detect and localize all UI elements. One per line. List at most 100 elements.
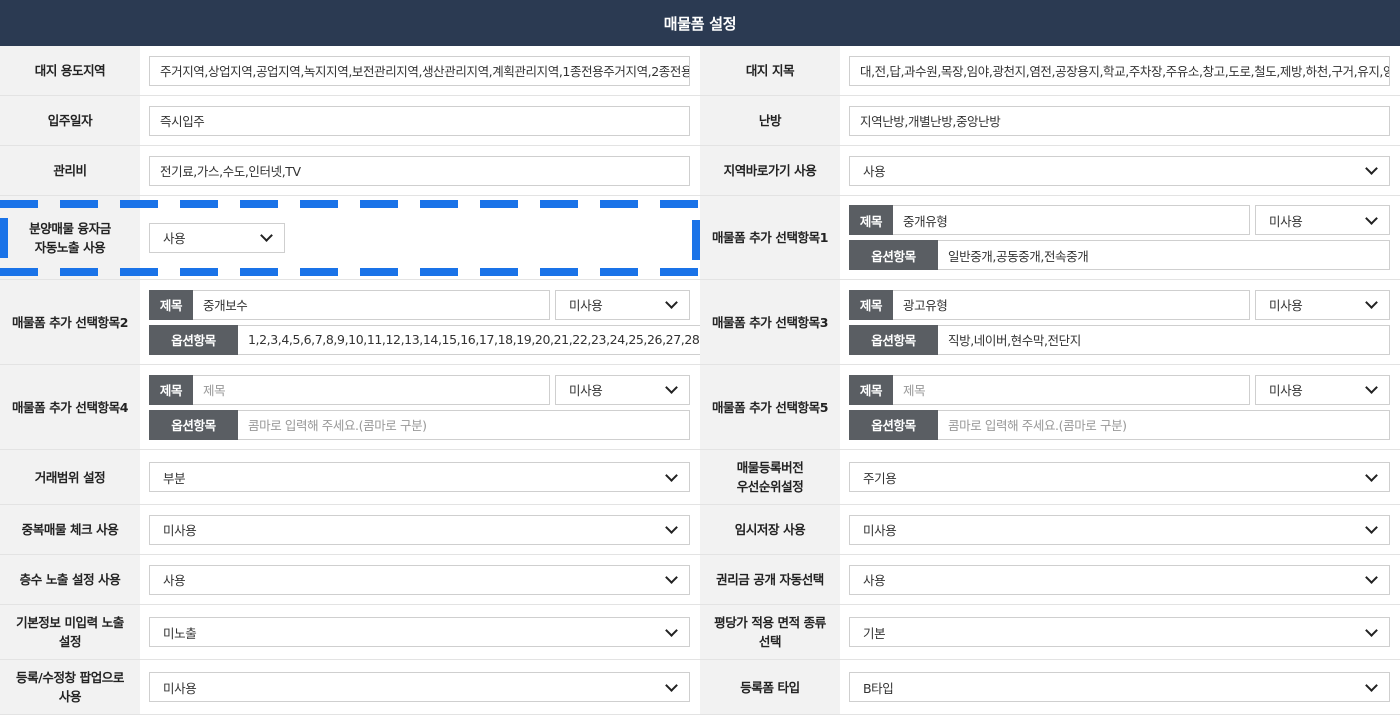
setting-maintenance-fee: 관리비 전기료,가스,수도,인터넷,TV — [0, 146, 700, 195]
extra-option-3-title-input[interactable]: 광고유형 — [893, 289, 1250, 320]
premium-auto-select[interactable]: 사용 — [849, 564, 1390, 595]
temp-save-select[interactable]: 미사용 — [849, 514, 1390, 545]
extra-option-4-use-select[interactable]: 미사용 — [555, 374, 690, 405]
field-label: 대지 지목 — [700, 46, 840, 95]
chevron-down-icon — [1365, 211, 1378, 225]
setting-premium-auto-select: 권리금 공개 자동선택 사용 — [700, 555, 1400, 604]
chevron-down-icon — [665, 296, 678, 309]
chevron-down-icon — [1365, 678, 1378, 692]
option-tag: 옵션항목 — [849, 324, 938, 355]
presale-loan-select[interactable]: 사용 — [149, 222, 285, 253]
setting-floor-display: 층수 노출 설정 사용 사용 — [0, 555, 700, 604]
field-label: 층수 노출 설정 사용 — [0, 555, 140, 604]
field-label: 매물등록버전 우선순위설정 — [700, 450, 840, 504]
select-value: 사용 — [863, 164, 886, 179]
option-tag: 옵션항목 — [849, 240, 938, 270]
extra-option-5-use-select[interactable]: 미사용 — [1255, 374, 1390, 405]
option-tag: 옵션항목 — [149, 324, 238, 355]
select-value: 미사용 — [163, 523, 197, 538]
floor-display-select[interactable]: 사용 — [149, 564, 690, 595]
highlight-border-right — [692, 220, 700, 260]
field-label: 중복매물 체크 사용 — [0, 505, 140, 554]
placeholder-text: 콤마로 입력해 주세요.(콤마로 구분) — [948, 418, 1127, 433]
field-label: 매물폼 추가 선택항목1 — [700, 196, 840, 279]
field-label-line: 선택 — [758, 634, 782, 649]
field-label: 분양매물 융자금 자동노출 사용 — [0, 196, 140, 279]
placeholder-text: 제목 — [903, 383, 926, 398]
field-label: 임시저장 사용 — [700, 505, 840, 554]
setting-registration-version-priority: 매물등록버전 우선순위설정 주기용 — [700, 450, 1400, 504]
basic-info-display-select[interactable]: 미노출 — [149, 617, 690, 647]
extra-option-3-use-select[interactable]: 미사용 — [1255, 289, 1390, 320]
heating-input[interactable]: 지역난방,개별난방,중앙난방 — [849, 105, 1390, 136]
extra-option-1-options-input[interactable]: 일반중개,공동중개,전속중개 — [938, 240, 1390, 270]
extra-option-1-use-select[interactable]: 미사용 — [1255, 205, 1390, 235]
select-value: B타입 — [863, 680, 894, 696]
region-shortcut-select[interactable]: 사용 — [849, 155, 1390, 186]
highlight-border-left — [0, 218, 8, 258]
setting-heating: 난방 지역난방,개별난방,중앙난방 — [700, 96, 1400, 145]
land-category-input[interactable]: 대,전,답,과수원,목장,임야,광천지,염전,공장용지,학교,주차장,주유소,창… — [849, 55, 1390, 86]
chevron-down-icon — [665, 571, 678, 584]
move-in-date-input[interactable]: 즉시입주 — [149, 105, 690, 136]
settings-row: 중복매물 체크 사용 미사용 임시저장 사용 미사용 — [0, 505, 1400, 555]
field-label-line: 기본정보 미입력 노출 — [16, 615, 124, 630]
extra-option-4-options-input[interactable]: 콤마로 입력해 주세요.(콤마로 구분) — [238, 409, 690, 440]
form-type-select[interactable]: B타입 — [849, 672, 1390, 702]
field-label: 매물폼 추가 선택항목3 — [700, 280, 840, 364]
extra-option-2-title-input[interactable]: 중개보수 — [193, 289, 550, 320]
placeholder-text: 콤마로 입력해 주세요.(콤마로 구분) — [248, 418, 427, 433]
select-value: 미사용 — [1269, 383, 1303, 398]
settings-row: 매물폼 추가 선택항목4 제목 제목 미사용 옵션항목 콤마로 입력해 주세요.… — [0, 365, 1400, 450]
option-tag: 옵션항목 — [849, 409, 938, 440]
extra-option-1-title-input[interactable]: 중개유형 — [893, 205, 1250, 235]
setting-extra-option-5: 매물폼 추가 선택항목5 제목 제목 미사용 옵션항목 콤마로 입력해 주세요.… — [700, 365, 1400, 449]
title-tag: 제목 — [149, 374, 193, 405]
chevron-down-icon — [665, 521, 678, 534]
select-value: 주기용 — [863, 470, 897, 486]
setting-trade-scope: 거래범위 설정 부분 — [0, 450, 700, 504]
chevron-down-icon — [1365, 468, 1378, 482]
popup-edit-select[interactable]: 미사용 — [149, 672, 690, 702]
settings-row: 등록/수정창 팝업으로 사용 미사용 등록폼 타입 B타입 — [0, 660, 1400, 715]
settings-row: 대지 용도지역 주거지역,상업지역,공업지역,녹지지역,보전관리지역,생산관리지… — [0, 46, 1400, 96]
select-value: 사용 — [163, 573, 186, 588]
extra-option-4-title-input[interactable]: 제목 — [193, 374, 550, 405]
field-label: 대지 용도지역 — [0, 46, 140, 95]
setting-popup-edit: 등록/수정창 팝업으로 사용 미사용 — [0, 660, 700, 714]
area-type-select[interactable]: 기본 — [849, 617, 1390, 647]
field-label-line: 등록/수정창 팝업으로 — [15, 670, 125, 685]
duplicate-check-select[interactable]: 미사용 — [149, 514, 690, 545]
extra-option-5-title-input[interactable]: 제목 — [893, 374, 1250, 405]
select-value: 미사용 — [1269, 298, 1303, 313]
highlight-border-top — [0, 200, 700, 208]
chevron-down-icon — [1365, 623, 1378, 637]
select-value: 기본 — [863, 625, 886, 641]
setting-region-shortcut: 지역바로가기 사용 사용 — [700, 146, 1400, 195]
extra-option-2-options-input[interactable]: 1,2,3,4,5,6,7,8,9,10,11,12,13,14,15,16,1… — [238, 324, 700, 355]
extra-option-3-options-input[interactable]: 직방,네이버,현수막,전단지 — [938, 324, 1390, 355]
land-use-zone-input[interactable]: 주거지역,상업지역,공업지역,녹지지역,보전관리지역,생산관리지역,계획관리지역… — [149, 55, 690, 86]
registration-version-select[interactable]: 주기용 — [849, 462, 1390, 492]
setting-extra-option-4: 매물폼 추가 선택항목4 제목 제목 미사용 옵션항목 콤마로 입력해 주세요.… — [0, 365, 700, 449]
title-tag: 제목 — [849, 205, 893, 235]
chevron-down-icon — [665, 623, 678, 637]
chevron-down-icon — [665, 678, 678, 692]
option-tag: 옵션항목 — [149, 409, 238, 440]
chevron-down-icon — [1365, 162, 1378, 175]
field-label: 지역바로가기 사용 — [700, 146, 840, 195]
field-label: 등록/수정창 팝업으로 사용 — [0, 660, 140, 714]
page-header: 매물폼 설정 — [0, 0, 1400, 46]
highlight-border-bottom — [0, 268, 700, 276]
placeholder-text: 제목 — [203, 383, 226, 398]
chevron-down-icon — [1365, 381, 1378, 394]
extra-option-2-use-select[interactable]: 미사용 — [555, 289, 690, 320]
field-label: 거래범위 설정 — [0, 450, 140, 504]
field-label: 권리금 공개 자동선택 — [700, 555, 840, 604]
extra-option-5-options-input[interactable]: 콤마로 입력해 주세요.(콤마로 구분) — [938, 409, 1390, 440]
trade-scope-select[interactable]: 부분 — [149, 462, 690, 492]
maintenance-fee-input[interactable]: 전기료,가스,수도,인터넷,TV — [149, 155, 690, 186]
chevron-down-icon — [1365, 571, 1378, 584]
field-label-line: 매물등록버전 — [736, 460, 804, 475]
setting-area-type: 평당가 적용 면적 종류 선택 기본 — [700, 605, 1400, 659]
